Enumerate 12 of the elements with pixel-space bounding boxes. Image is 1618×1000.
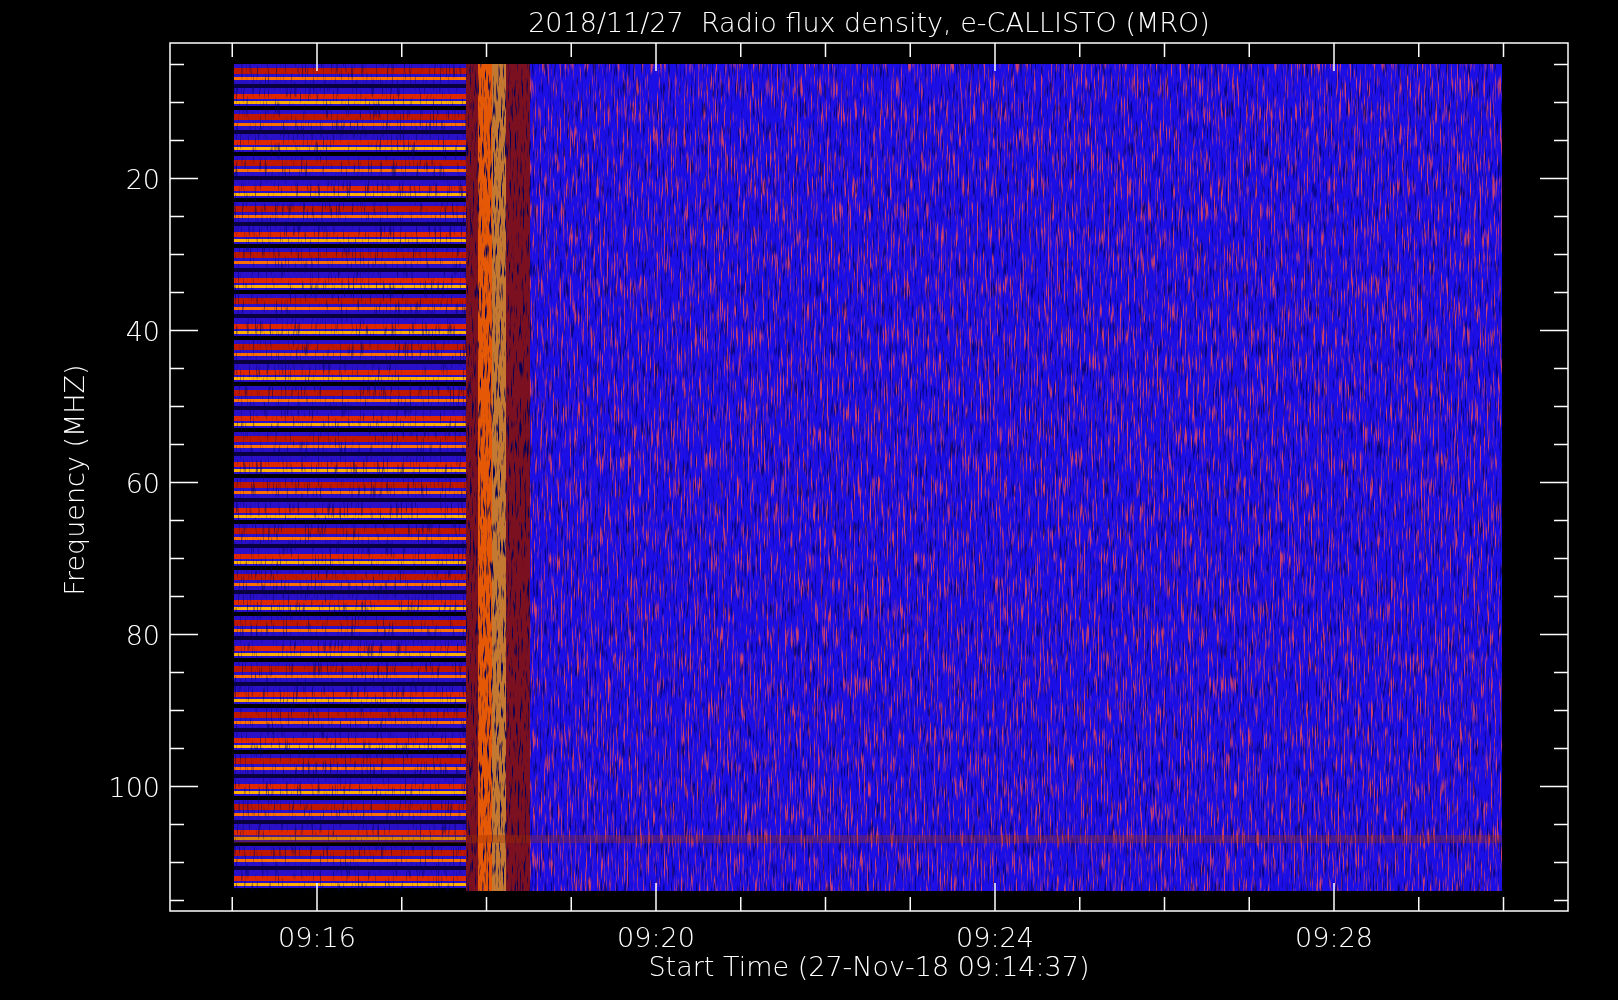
plot-title: 2018/11/27 Radio flux density, e-CALLISTO (MRO)	[528, 7, 1210, 38]
tick-label: 09:28	[1295, 922, 1373, 953]
tick-label: 09:20	[617, 922, 695, 953]
axis-label: Frequency (MHZ)	[59, 364, 90, 596]
tick-label: 09:16	[278, 922, 356, 953]
tick-label: 40	[125, 315, 160, 347]
axis-label: Start Time (27-Nov-18 09:14:37)	[648, 951, 1090, 982]
tick-label: 20	[125, 163, 160, 195]
tick-label: 09:24	[956, 922, 1034, 953]
tick-label: 100	[108, 771, 160, 803]
tick-label: 60	[125, 467, 160, 499]
tick-label: 80	[125, 619, 160, 651]
